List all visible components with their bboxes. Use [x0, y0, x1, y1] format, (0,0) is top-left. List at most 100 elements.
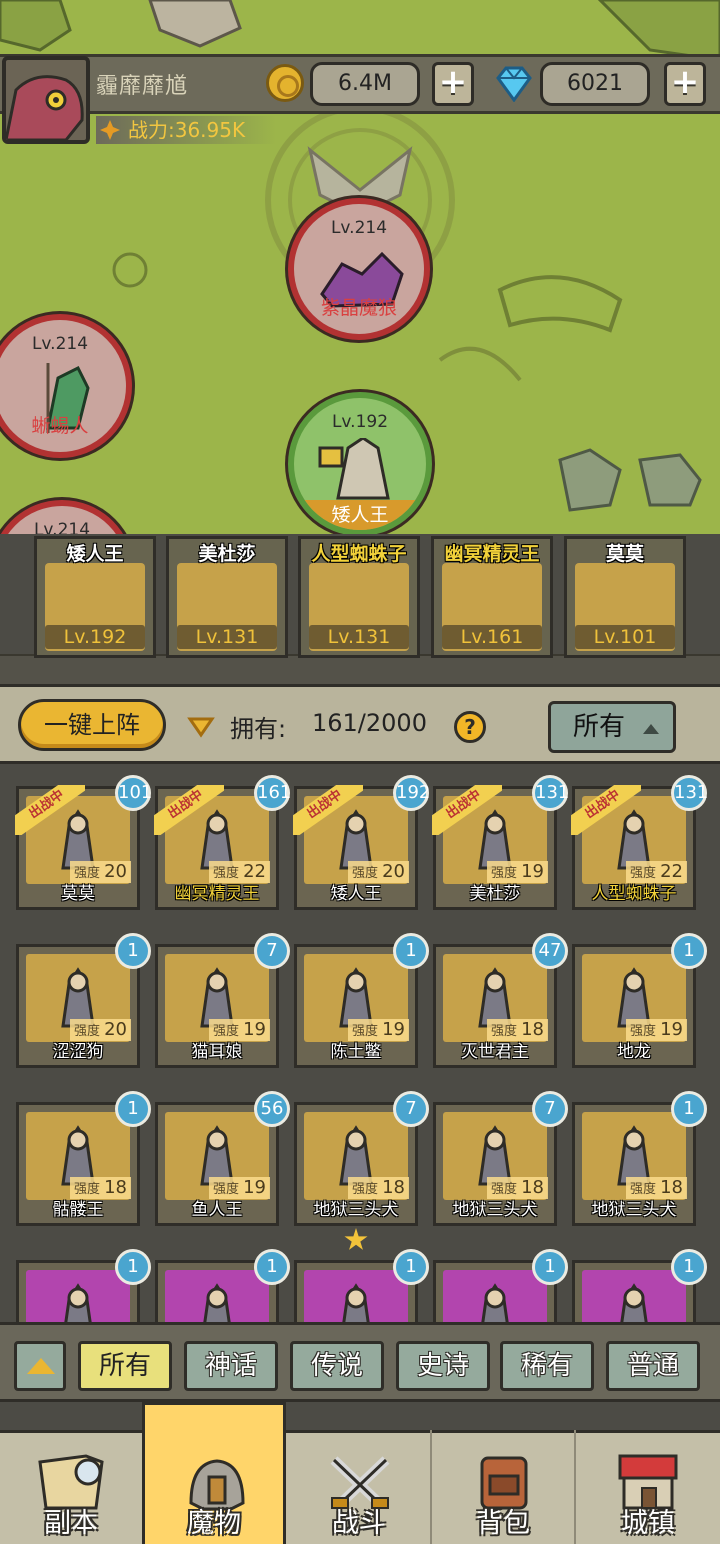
monster-card[interactable]: 1 强度 20 涩涩狗 — [16, 933, 151, 1068]
enemy-unit-lizard[interactable]: Lv.214 蜥蜴人 — [0, 314, 132, 458]
strength-label: 强度 — [490, 1024, 517, 1039]
unit-level: Lv.214 — [31, 334, 89, 354]
strength-label: 强度 — [73, 866, 100, 881]
count-badge: 1 — [532, 1249, 568, 1285]
strength-tag: 强度 19 — [208, 1019, 270, 1041]
power-icon — [100, 120, 120, 140]
strength-tag: 强度 19 — [347, 1019, 409, 1041]
monster-card[interactable]: 1 强度 19 陈土鳖 — [294, 933, 429, 1068]
strength-tag: 强度 18 — [486, 1019, 548, 1041]
lineup-slot[interactable]: 人型蜘蛛子 Lv.131 — [298, 536, 420, 658]
monster-card[interactable]: 7 强度 19 猫耳娘 — [155, 933, 290, 1068]
rarity-tab-mythic[interactable]: 神话 — [184, 1341, 278, 1391]
nav-dungeon[interactable]: 副本 — [0, 1430, 144, 1544]
strength-value: 20 — [104, 1019, 127, 1040]
deployed-label: 出战中 — [432, 785, 502, 835]
bottom-navigation: 副本 魔物 战斗 背包 城镇 — [0, 1402, 720, 1544]
deployed-label: 出战中 — [293, 785, 363, 835]
strength-label: 强度 — [629, 1024, 656, 1039]
monster-card[interactable]: 47 强度 18 灭世君主 — [433, 933, 568, 1068]
ally-unit-dwarf-king[interactable]: Lv.192 矮人王 — [288, 392, 432, 536]
player-avatar[interactable] — [2, 56, 90, 144]
monster-card[interactable]: 1 — [155, 1249, 290, 1324]
count-badge: 7 — [393, 1091, 429, 1127]
strength-tag: 强度 19 — [625, 1019, 687, 1041]
slot-level: Lv.192 — [45, 625, 145, 649]
monster-card[interactable]: 1 强度 18 骷髅王 — [16, 1091, 151, 1226]
strength-label: 强度 — [212, 866, 239, 881]
strength-value: 19 — [382, 1019, 405, 1040]
nav-town[interactable]: 城镇 — [576, 1430, 720, 1544]
monster-card[interactable]: 1 强度 19 地龙 — [572, 933, 707, 1068]
enemy-unit-wolf[interactable]: Lv.214 紫晶魔狼 — [288, 198, 430, 340]
strength-value: 18 — [104, 1177, 127, 1198]
deployed-ribbon: 出战中 — [15, 785, 85, 835]
rarity-tab-rare[interactable]: 稀有 — [500, 1341, 594, 1391]
monster-card[interactable]: 101 强度 20 莫莫 出战中 — [15, 775, 152, 910]
monster-card[interactable]: 1 — [294, 1249, 429, 1324]
monster-card[interactable]: 161 强度 22 幽冥精灵王 出战中 — [154, 775, 291, 910]
strength-value: 19 — [243, 1019, 266, 1040]
auto-deploy-button[interactable]: 一键上阵 — [18, 699, 166, 751]
rarity-filter-bar: 所有 神话 传说 史诗 稀有 普通 — [0, 1322, 720, 1402]
nav-battle[interactable]: 战斗 — [288, 1430, 432, 1544]
count-badge: 1 — [393, 1249, 429, 1285]
strength-value: 19 — [521, 861, 544, 882]
lineup-slot[interactable]: 莫莫 Lv.101 — [564, 536, 686, 658]
count-badge: 1 — [115, 1091, 151, 1127]
monster-portrait — [26, 1270, 130, 1324]
slot-name: 幽冥精灵王 — [444, 543, 540, 565]
owned-label: 拥有: — [230, 715, 287, 743]
dwarf-king-icon — [318, 438, 390, 500]
monster-name: 地狱三头犬 — [452, 1200, 538, 1220]
strength-tag: 强度 22 — [208, 861, 270, 883]
monster-card[interactable]: 192 强度 20 矮人王 出战中 — [293, 775, 430, 910]
rarity-tab-all[interactable]: 所有 — [78, 1341, 172, 1391]
monster-icon — [342, 1283, 370, 1324]
monster-icon — [481, 1283, 509, 1324]
add-gems-button[interactable]: + — [664, 62, 706, 106]
lineup-slot[interactable]: 矮人王 Lv.192 — [34, 536, 156, 658]
monster-card[interactable]: 131 强度 22 人型蜘蛛子 出战中 — [571, 775, 708, 910]
monster-card[interactable]: 1 — [433, 1249, 568, 1324]
monster-portrait — [304, 1270, 408, 1324]
rarity-tab-legendary[interactable]: 传说 — [290, 1341, 384, 1391]
monster-card[interactable]: 7 强度 18 地狱三头犬 — [294, 1091, 429, 1226]
monster-card[interactable]: 1 — [16, 1249, 151, 1324]
rarity-tab-common[interactable]: 普通 — [606, 1341, 700, 1391]
monster-name: 地狱三头犬 — [313, 1200, 399, 1220]
count-badge: 131 — [671, 775, 708, 811]
nav-monsters[interactable]: 魔物 — [142, 1402, 286, 1544]
help-icon[interactable]: ? — [454, 711, 486, 743]
monster-card[interactable]: 7 强度 18 地狱三头犬 — [433, 1091, 568, 1226]
nav-label: 副本 — [44, 1508, 98, 1539]
collapse-toggle-button[interactable] — [14, 1341, 66, 1391]
arrow-down-icon — [187, 717, 215, 738]
strength-label: 强度 — [629, 866, 656, 881]
strength-label: 强度 — [73, 1182, 100, 1197]
team-lineup: 矮人王 Lv.192 美杜莎 Lv.131 人型蜘蛛子 Lv.131 幽冥精灵王… — [0, 534, 720, 684]
strength-tag: 强度 18 — [486, 1177, 548, 1199]
slot-level: Lv.131 — [309, 625, 409, 649]
monster-name: 莫莫 — [61, 884, 95, 904]
count-badge: 161 — [254, 775, 291, 811]
filter-dropdown[interactable]: 所有 — [548, 701, 676, 753]
monster-name: 矮人王 — [330, 884, 382, 904]
monster-card[interactable]: 56 强度 19 鱼人王 — [155, 1091, 290, 1226]
lineup-slot[interactable]: 美杜莎 Lv.131 — [166, 536, 288, 658]
strength-tag: 强度 20 — [69, 861, 131, 883]
monster-card[interactable]: 1 — [572, 1249, 707, 1324]
monster-icon — [203, 1283, 231, 1324]
nav-backpack[interactable]: 背包 — [432, 1430, 576, 1544]
add-coins-button[interactable]: + — [432, 62, 474, 106]
strength-tag: 强度 19 — [486, 861, 548, 883]
count-badge: 101 — [115, 775, 152, 811]
rarity-tab-epic[interactable]: 史诗 — [396, 1341, 490, 1391]
dragon-avatar-icon — [6, 75, 84, 140]
monster-card[interactable]: 1 强度 18 地狱三头犬 — [572, 1091, 707, 1226]
lineup-slot[interactable]: 幽冥精灵王 Lv.161 — [431, 536, 553, 658]
monster-name: 灭世君主 — [461, 1042, 529, 1062]
monster-card[interactable]: 131 强度 19 美杜莎 出战中 — [432, 775, 569, 910]
count-badge: 1 — [671, 1249, 707, 1285]
monster-name: 地龙 — [617, 1042, 651, 1062]
